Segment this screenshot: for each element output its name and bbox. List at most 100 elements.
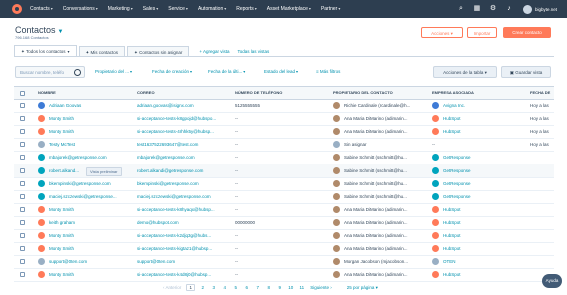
search-icon[interactable]: ⌕ bbox=[457, 5, 465, 13]
row-checkbox[interactable] bbox=[20, 103, 25, 108]
row-checkbox[interactable] bbox=[20, 155, 25, 160]
contact-name-link[interactable]: support@0ten.com bbox=[49, 255, 133, 268]
table-row[interactable]: Adriaan Goovas adriaan.goovas@isignx.com 5… bbox=[14, 99, 554, 113]
page-7[interactable]: 7 bbox=[254, 285, 261, 290]
table-row[interactable]: Monty Smith si-acceptance-tests-k8hyaqx@h… bbox=[14, 203, 554, 217]
contact-email[interactable]: support@0ten.com bbox=[137, 255, 231, 268]
row-checkbox[interactable] bbox=[20, 207, 25, 212]
page-8[interactable]: 8 bbox=[265, 285, 272, 290]
row-checkbox[interactable] bbox=[20, 181, 25, 186]
contact-name-link[interactable]: Monty Smith bbox=[49, 229, 133, 242]
page-1[interactable]: 1 bbox=[186, 284, 196, 291]
user-avatar[interactable] bbox=[522, 4, 532, 14]
row-checkbox[interactable] bbox=[20, 194, 25, 199]
contact-name-link[interactable]: Monty Smith bbox=[49, 242, 133, 255]
contact-name-link[interactable]: robert.alkand... bbox=[49, 164, 85, 177]
associated-company-link[interactable]: GetResponse bbox=[443, 177, 527, 190]
column-header-name[interactable]: NOMBRE bbox=[38, 87, 56, 99]
nav-item-partner[interactable]: Partner▾ bbox=[321, 6, 340, 12]
table-row[interactable]: keith graham demo@hubspot.com 00000000 Ana … bbox=[14, 216, 554, 230]
table-row[interactable]: Testy McTest test1637522693647@test.com --… bbox=[14, 138, 554, 152]
help-button[interactable]: Ayuda bbox=[542, 274, 562, 288]
account-name[interactable]: bigbyte.net bbox=[535, 7, 557, 12]
contact-name-link[interactable]: Monty Smith bbox=[49, 125, 133, 138]
contact-owner[interactable]: Ana Maria DiMarino (adimarin... bbox=[344, 268, 428, 281]
contact-owner[interactable]: Ana Maria DiMarino (adimarin... bbox=[344, 203, 428, 216]
table-row[interactable]: bkempinski@getresponse.com bkempinski@get… bbox=[14, 177, 554, 191]
table-row[interactable]: Monty Smith si-acceptance-tests-k2djq3g@h… bbox=[14, 229, 554, 243]
nav-item-asset-marketplace[interactable]: Asset Marketplace▾ bbox=[267, 6, 311, 12]
last-activity-filter[interactable]: Fecha de la últi...▾ bbox=[208, 66, 245, 78]
page-title[interactable]: Contactos ▼ bbox=[15, 25, 63, 35]
contact-email[interactable]: bkempinski@getresponse.com bbox=[137, 177, 231, 190]
page-2[interactable]: 2 bbox=[199, 285, 206, 290]
associated-company-link[interactable]: GetResponse bbox=[443, 164, 527, 177]
contact-email[interactable]: demo@hubspot.com bbox=[137, 216, 231, 229]
table-row[interactable]: Monty Smith si-acceptance-tests-k4d8j0@hu… bbox=[14, 268, 554, 282]
table-row[interactable]: robert.alkand... Vista preliminar robert.a… bbox=[14, 164, 554, 178]
contact-owner[interactable]: Ana Maria DiMarino (adimarin... bbox=[344, 229, 428, 242]
create-contact-button[interactable]: Crear contacto bbox=[503, 27, 551, 38]
row-checkbox[interactable] bbox=[20, 168, 25, 173]
settings-gear-icon[interactable]: ⚙ bbox=[489, 5, 497, 13]
row-checkbox[interactable] bbox=[20, 116, 25, 121]
row-checkbox[interactable] bbox=[20, 272, 25, 277]
row-checkbox[interactable] bbox=[20, 220, 25, 225]
nav-item-automation[interactable]: Automation▾ bbox=[198, 6, 226, 12]
contact-name-link[interactable]: mbajorek@getresponse.com bbox=[49, 151, 133, 164]
contact-email[interactable]: mbajorek@getresponse.com bbox=[137, 151, 231, 164]
contact-name-link[interactable]: Monty Smith bbox=[49, 112, 133, 125]
created-date-filter[interactable]: Fecha de creación▾ bbox=[152, 66, 192, 78]
next-page-button[interactable]: Siguiente › bbox=[310, 285, 332, 290]
per-page-select[interactable]: 25 por página ▾ bbox=[347, 285, 378, 291]
contact-owner[interactable]: Sabine Schmitt (sschmitt@hu... bbox=[344, 177, 428, 190]
page-9[interactable]: 9 bbox=[276, 285, 283, 290]
row-checkbox[interactable] bbox=[20, 246, 25, 251]
contact-email[interactable]: si-acceptance-tests-k8gpojd@hubspo... bbox=[137, 112, 231, 125]
associated-company-link[interactable]: HubSpot bbox=[443, 216, 527, 229]
associated-company-link[interactable]: HubSpot bbox=[443, 203, 527, 216]
nav-item-contacts[interactable]: Contacts▾ bbox=[30, 6, 53, 12]
contact-email[interactable]: test1637522693647@test.com bbox=[137, 138, 231, 151]
notifications-bell-icon[interactable]: ♪ bbox=[505, 5, 513, 13]
contact-owner[interactable]: Sin asignar bbox=[344, 138, 428, 151]
contact-email[interactable]: si-acceptance-tests-k8hyaqx@hubsp... bbox=[137, 203, 231, 216]
associated-company-link[interactable]: OTEN bbox=[443, 255, 527, 268]
contact-email[interactable]: si-acceptance-tests-kigtaz1@hubsp... bbox=[137, 242, 231, 255]
row-checkbox[interactable] bbox=[20, 259, 25, 264]
contact-email[interactable]: adriaan.goovas@isignx.com bbox=[137, 99, 231, 112]
contact-owner[interactable]: Ana Maria DiMarino (adimarin... bbox=[344, 112, 428, 125]
table-row[interactable]: maciej.szczewski@getresponse... maciej.sz… bbox=[14, 190, 554, 204]
associated-company-link[interactable]: HubSpot bbox=[443, 268, 527, 281]
associated-company-link[interactable]: Avigna Inc. bbox=[443, 99, 527, 112]
import-button[interactable]: Importar bbox=[467, 27, 497, 38]
marketplace-icon[interactable]: ▦ bbox=[473, 5, 481, 13]
contact-owner[interactable]: Sabine Schmitt (sschmitt@hu... bbox=[344, 151, 428, 164]
nav-item-marketing[interactable]: Marketing▾ bbox=[108, 6, 133, 12]
column-header-email[interactable]: CORREO bbox=[137, 87, 155, 99]
lead-status-filter[interactable]: Estado del lead▾ bbox=[264, 66, 298, 78]
page-4[interactable]: 4 bbox=[221, 285, 228, 290]
hubspot-logo[interactable] bbox=[12, 4, 22, 14]
table-row[interactable]: support@0ten.com support@0ten.com -- Morgan… bbox=[14, 255, 554, 269]
page-5[interactable]: 5 bbox=[232, 285, 239, 290]
save-view-button[interactable]: ▣ Guardar vista bbox=[501, 66, 551, 78]
contact-owner[interactable]: Ana Maria DiMarino (adimarin... bbox=[344, 125, 428, 138]
contact-owner[interactable]: Sabine Schmitt (sschmitt@hu... bbox=[344, 164, 428, 177]
nav-item-conversations[interactable]: Conversations▾ bbox=[63, 6, 98, 12]
row-checkbox[interactable] bbox=[20, 233, 25, 238]
more-filters-button[interactable]: ≡ Más filtros bbox=[316, 66, 340, 78]
table-row[interactable]: Monty Smith si-acceptance-tests-4rhhk5y@h… bbox=[14, 125, 554, 139]
row-checkbox[interactable] bbox=[20, 129, 25, 134]
column-header-phone[interactable]: NÚMERO DE TELÉFONO bbox=[235, 87, 282, 99]
page-6[interactable]: 6 bbox=[243, 285, 250, 290]
contact-name-link[interactable]: bkempinski@getresponse.com bbox=[49, 177, 133, 190]
contact-owner[interactable]: Ana Maria DiMarino (adimarin... bbox=[344, 242, 428, 255]
contact-owner[interactable]: Sabine Schmitt (sschmitt@hu... bbox=[344, 190, 428, 203]
contact-email[interactable]: si-acceptance-tests-4rhhk5y@hubsp... bbox=[137, 125, 231, 138]
select-all-checkbox[interactable] bbox=[20, 90, 25, 96]
column-header-owner[interactable]: PROPIETARIO DEL CONTACTO bbox=[333, 87, 393, 99]
page-3[interactable]: 3 bbox=[210, 285, 217, 290]
nav-item-service[interactable]: Service▾ bbox=[168, 6, 188, 12]
contact-owner[interactable]: Morgan Jacobson (mjacobson... bbox=[344, 255, 428, 268]
